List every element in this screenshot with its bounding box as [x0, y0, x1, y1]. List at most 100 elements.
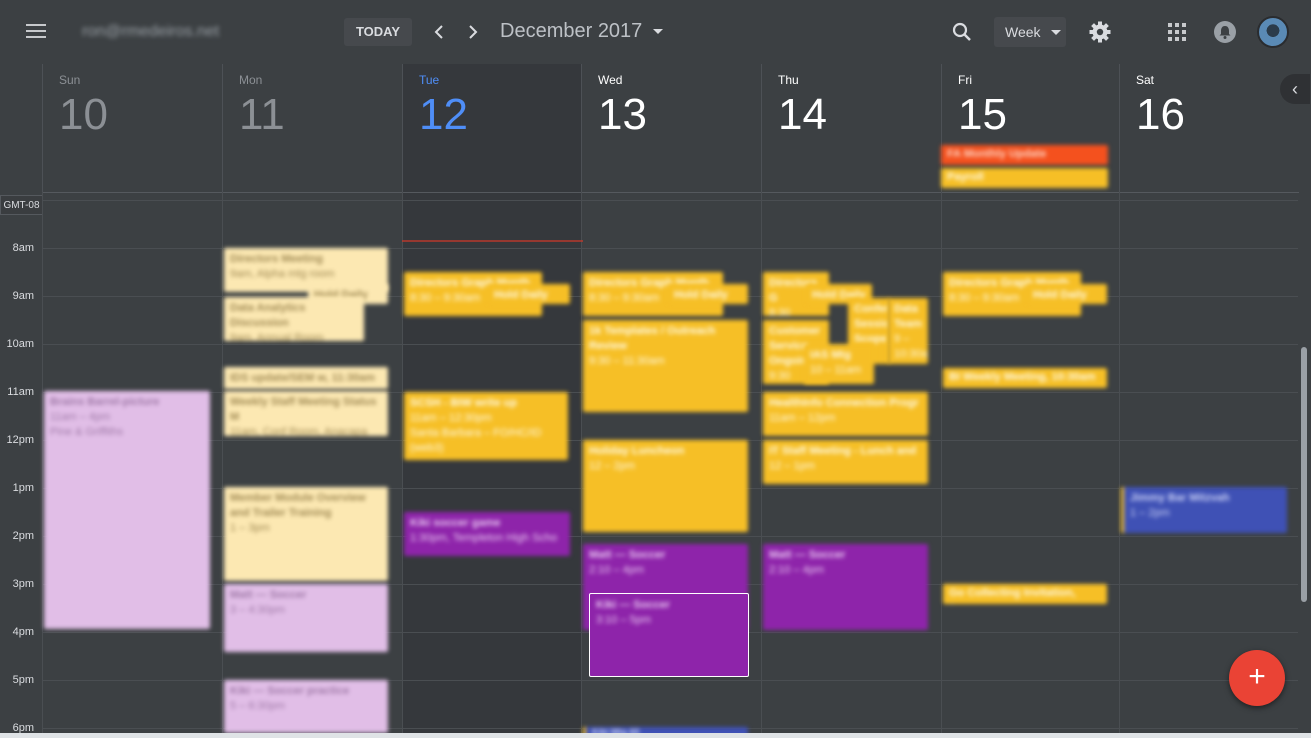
hour-label: 5pm: [12, 674, 34, 686]
account-email: ron@rmedeiros.net: [82, 23, 220, 40]
event-time: 9 – 10:30am: [894, 333, 928, 360]
bell-icon[interactable]: [1214, 21, 1236, 43]
hour-label: 12pm: [6, 434, 34, 446]
day-number[interactable]: 11: [239, 90, 285, 140]
day-divider: [941, 192, 942, 738]
event-title: Hold Daily Rep: [1033, 289, 1087, 301]
menu-icon[interactable]: [26, 24, 46, 40]
day-number[interactable]: 10: [59, 90, 108, 140]
current-time-indicator: [402, 240, 583, 242]
day-number[interactable]: 15: [958, 90, 1007, 140]
calendar-event[interactable]: Matt — Soccer 3 – 4:30pm: [224, 584, 388, 652]
day-number[interactable]: 12: [419, 90, 468, 140]
event-title: Member Module Overview and Trailer Train…: [230, 492, 366, 519]
event-title: Hold Daily Rep: [674, 289, 728, 301]
caret-down-icon: [1051, 30, 1061, 35]
hour-label: 3pm: [12, 578, 34, 590]
hour-label: 8am: [12, 242, 34, 254]
day-divider: [222, 192, 223, 738]
day-header-tue[interactable]: Tue 12: [402, 64, 581, 192]
allday-event[interactable]: Payroll: [941, 168, 1108, 188]
day-name: Fri: [958, 73, 972, 87]
apps-grid-icon[interactable]: [1168, 23, 1186, 41]
calendar-event[interactable]: Jimmy Bar Mitzvah 1 – 2pm: [1121, 487, 1287, 533]
caret-down-icon[interactable]: [653, 29, 663, 34]
calendar-event[interactable]: Weekly Staff Meeting Status M 11am, Conf…: [224, 391, 388, 436]
event-time: 2:10 – 4pm: [589, 564, 645, 576]
create-event-button[interactable]: +: [1229, 650, 1285, 706]
avatar[interactable]: [1257, 16, 1289, 48]
event-time: 2:10 – 4pm: [769, 564, 825, 576]
chevron-left-icon[interactable]: [430, 20, 450, 44]
scrollbar[interactable]: [1299, 192, 1311, 738]
calendar-event[interactable]: Hold Daily Rep: [668, 284, 748, 304]
event-title: Jimmy Bar Mitzvah: [1130, 492, 1230, 504]
day-header-sun[interactable]: Sun 10: [42, 64, 222, 192]
event-title: Matt — Soccer: [589, 549, 666, 561]
top-bar: ron@rmedeiros.net TODAY December 2017 We…: [0, 0, 1311, 64]
event-time: 12 – 1pm: [769, 460, 815, 472]
event-time: 9:30 – 11:30am: [589, 355, 665, 367]
calendar-event[interactable]: Member Module Overview and Trailer Train…: [224, 487, 388, 581]
event-title: IAS Mtg: [810, 349, 851, 361]
event-title: SCSH - BIW write up: [410, 397, 517, 409]
chevron-left-icon[interactable]: ‹: [1280, 74, 1310, 104]
day-number[interactable]: 14: [778, 90, 827, 140]
calendar-event[interactable]: IT Staff Meeting - Lunch and 12 – 1pm: [763, 440, 928, 484]
calendar-event[interactable]: Data Team 9 – 10:30am: [888, 298, 928, 364]
event-time: 11am – 12:30pm: [410, 412, 492, 424]
calendar-event[interactable]: Go Collecting Invitation, 3pm: [943, 584, 1107, 604]
day-divider: [761, 192, 762, 738]
event-time: 11am – 12pm: [769, 412, 836, 424]
month-title[interactable]: December 2017: [500, 20, 642, 43]
event-location: Pine & Griffiths: [50, 426, 124, 438]
calendar-event[interactable]: 1k Templates / Outreach Review 9:30 – 11…: [583, 320, 748, 412]
day-header-sat[interactable]: Sat 16: [1119, 64, 1299, 192]
event-time: 8:30: [769, 307, 791, 316]
event-time: 10 – 11am: [810, 364, 862, 376]
event-title: Data Analytics Discussion: [230, 302, 306, 329]
day-number[interactable]: 16: [1136, 90, 1185, 140]
calendar-event[interactable]: Holiday Luncheon 12 – 2pm: [583, 440, 748, 532]
calendar-event[interactable]: IDS update/SEM w, 11:30am: [224, 367, 388, 389]
day-name: Thu: [778, 73, 799, 87]
day-divider: [1119, 192, 1120, 738]
day-header-wed[interactable]: Wed 13: [581, 64, 761, 192]
calendar-event[interactable]: HealthInfo Connection Progr 11am – 12pm: [763, 392, 928, 436]
calendar-event[interactable]: Hold Daily Rep: [1027, 284, 1107, 304]
event-time: 3:10 – 5pm: [596, 614, 652, 626]
hour-label: 2pm: [12, 530, 34, 542]
event-title: Weekly Staff Meeting Status M: [230, 396, 377, 423]
gear-icon[interactable]: [1088, 20, 1112, 44]
calendar-event[interactable]: Data Analytics Discussion 9am, Annual Ro…: [224, 297, 364, 341]
day-name: Mon: [239, 73, 263, 87]
event-title: HealthInfo Connection Progr: [769, 397, 919, 409]
today-button[interactable]: TODAY: [344, 18, 412, 46]
calendar-event[interactable]: Brains Barrel-picture 11am – 4pm Pine & …: [44, 391, 210, 629]
day-header-mon[interactable]: Mon 11: [222, 64, 402, 192]
calendar-event[interactable]: Hold Daily Rep: [488, 284, 570, 304]
view-select[interactable]: Week: [994, 17, 1066, 47]
event-time: 11am, Conf Room, Anacapa: [230, 426, 368, 436]
calendar-event[interactable]: Matt — Soccer 2:10 – 4pm: [763, 544, 928, 630]
chevron-right-icon[interactable]: [462, 20, 482, 44]
calendar-event[interactable]: Kiki — Soccer practice 5 – 6:30pm: [224, 680, 388, 733]
scrollbar-thumb[interactable]: [1301, 347, 1307, 602]
day-header-thu[interactable]: Thu 14: [761, 64, 941, 192]
calendar-event[interactable]: BI Weekly Meeting, 10:30am: [943, 368, 1107, 388]
calendar-event[interactable]: Kiki soccer game 1:30pm, Templeton High …: [404, 512, 570, 556]
event-title: FA Monthly Update: [947, 148, 1047, 160]
day-name: Sat: [1136, 73, 1155, 87]
event-time: 9am, Alpha mtg room: [230, 268, 335, 280]
day-number[interactable]: 13: [598, 90, 647, 140]
event-title: Hold Daily Rep: [494, 289, 548, 301]
header-divider: [42, 192, 1300, 193]
event-title: Matt — Soccer: [230, 589, 307, 601]
selected-calendar-event[interactable]: Kiki — Soccer 3:10 – 5pm: [589, 593, 749, 677]
allday-event[interactable]: FA Monthly Update: [941, 145, 1108, 165]
calendar-event[interactable]: SCSH - BIW write up 11am – 12:30pm Santa…: [404, 392, 568, 460]
event-title: IDS update/SEM w, 11:30am: [230, 372, 376, 384]
event-title: BI Weekly Meeting, 10:30am: [949, 371, 1096, 383]
calendar-event[interactable]: IAS Mtg 10 – 11am: [804, 344, 874, 384]
search-icon[interactable]: [951, 21, 973, 43]
